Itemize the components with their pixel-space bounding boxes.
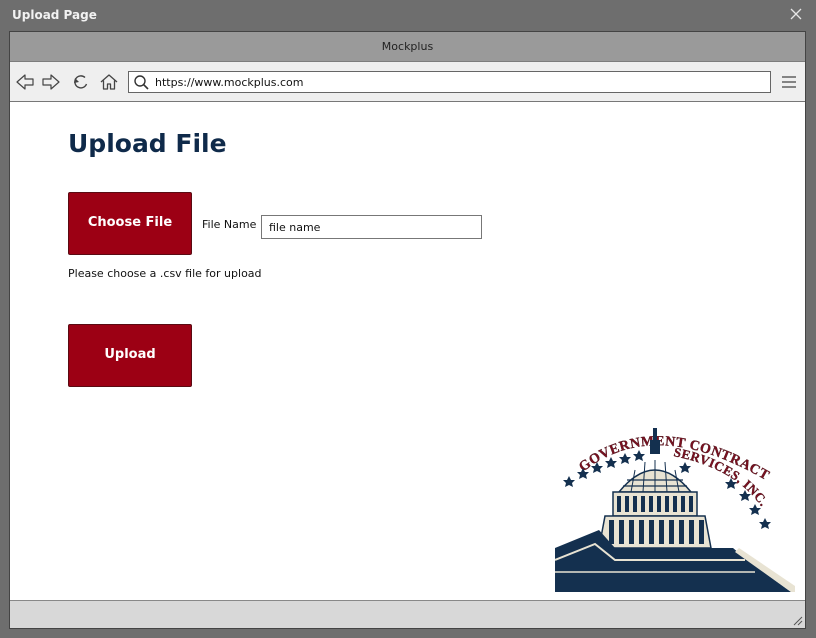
page-content: Upload File Choose File File Name Please… (10, 102, 805, 600)
app-window: Upload Page Mockplus https://www.mockplu… (0, 0, 816, 638)
resize-grip-icon[interactable] (791, 614, 803, 626)
menu-icon[interactable] (781, 74, 797, 90)
file-name-input[interactable] (261, 215, 482, 239)
upload-button[interactable]: Upload (68, 324, 192, 387)
window-title: Upload Page (12, 8, 97, 22)
upload-hint: Please choose a .csv file for upload (68, 267, 262, 280)
browser-frame: Mockplus https://www.mockplus.com Upload… (9, 31, 806, 629)
government-contract-logo: GOVERNMENT CONTRACT SERVICES, INC. (555, 428, 795, 592)
back-icon[interactable] (15, 72, 35, 92)
page-title: Upload File (68, 129, 227, 158)
choose-file-button[interactable]: Choose File (68, 192, 192, 255)
status-bar (10, 600, 805, 628)
refresh-icon[interactable] (71, 72, 91, 92)
browser-tab-bar: Mockplus (10, 32, 805, 62)
home-icon[interactable] (99, 72, 119, 92)
forward-icon[interactable] (41, 72, 61, 92)
address-bar[interactable] (128, 71, 771, 93)
url-input[interactable] (155, 72, 755, 92)
browser-tab-title: Mockplus (381, 40, 434, 53)
search-icon (134, 75, 149, 90)
browser-toolbar (10, 62, 805, 102)
title-bar: Upload Page (0, 0, 816, 31)
file-name-label: File Name (202, 218, 257, 231)
close-icon[interactable] (788, 6, 804, 22)
